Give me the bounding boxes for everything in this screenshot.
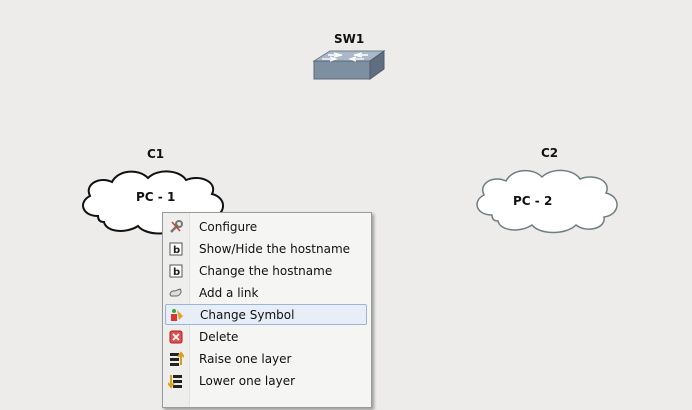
menu-item-label: Show/Hide the hostname bbox=[199, 241, 351, 256]
hostname-edit-icon: b bbox=[165, 262, 187, 280]
symbol-icon bbox=[166, 306, 188, 324]
switch-icon bbox=[312, 50, 386, 80]
cloud-c1-hostname: PC - 1 bbox=[136, 190, 176, 204]
hostname-toggle-icon: b bbox=[165, 240, 187, 258]
menu-item-change-symbol[interactable]: Change Symbol bbox=[165, 304, 367, 325]
menu-item-add-link[interactable]: Add a link bbox=[165, 282, 367, 303]
switch-sw1[interactable] bbox=[308, 47, 388, 87]
menu-item-label: Raise one layer bbox=[199, 351, 292, 366]
raise-layer-icon bbox=[165, 350, 187, 368]
cloud-c2-hostname: PC - 2 bbox=[513, 194, 553, 208]
menu-item-show-hide-hostname[interactable]: b Show/Hide the hostname bbox=[165, 238, 367, 259]
menu-item-lower-layer[interactable]: Lower one layer bbox=[165, 370, 367, 391]
menu-item-delete[interactable]: Delete bbox=[165, 326, 367, 347]
svg-text:b: b bbox=[173, 245, 180, 256]
link-icon bbox=[165, 284, 187, 302]
svg-text:b: b bbox=[173, 267, 180, 278]
delete-icon bbox=[165, 328, 187, 346]
lower-layer-icon bbox=[165, 372, 187, 390]
c2-label: C2 bbox=[541, 146, 559, 160]
sw1-label: SW1 bbox=[334, 32, 365, 46]
menu-item-label: Change Symbol bbox=[200, 307, 295, 322]
wrench-icon bbox=[165, 218, 187, 236]
menu-item-raise-layer[interactable]: Raise one layer bbox=[165, 348, 367, 369]
menu-item-configure[interactable]: Configure bbox=[165, 216, 367, 237]
context-menu: Configure b Show/Hide the hostname b Cha… bbox=[162, 212, 372, 408]
menu-item-label: Configure bbox=[199, 219, 258, 234]
menu-item-label: Delete bbox=[199, 329, 239, 344]
cloud-c2[interactable]: PC - 2 bbox=[470, 165, 626, 235]
menu-item-label: Change the hostname bbox=[199, 263, 333, 278]
c1-label: C1 bbox=[147, 147, 165, 161]
menu-item-change-hostname[interactable]: b Change the hostname bbox=[165, 260, 367, 281]
menu-item-label: Add a link bbox=[199, 285, 259, 300]
menu-item-label: Lower one layer bbox=[199, 373, 296, 388]
